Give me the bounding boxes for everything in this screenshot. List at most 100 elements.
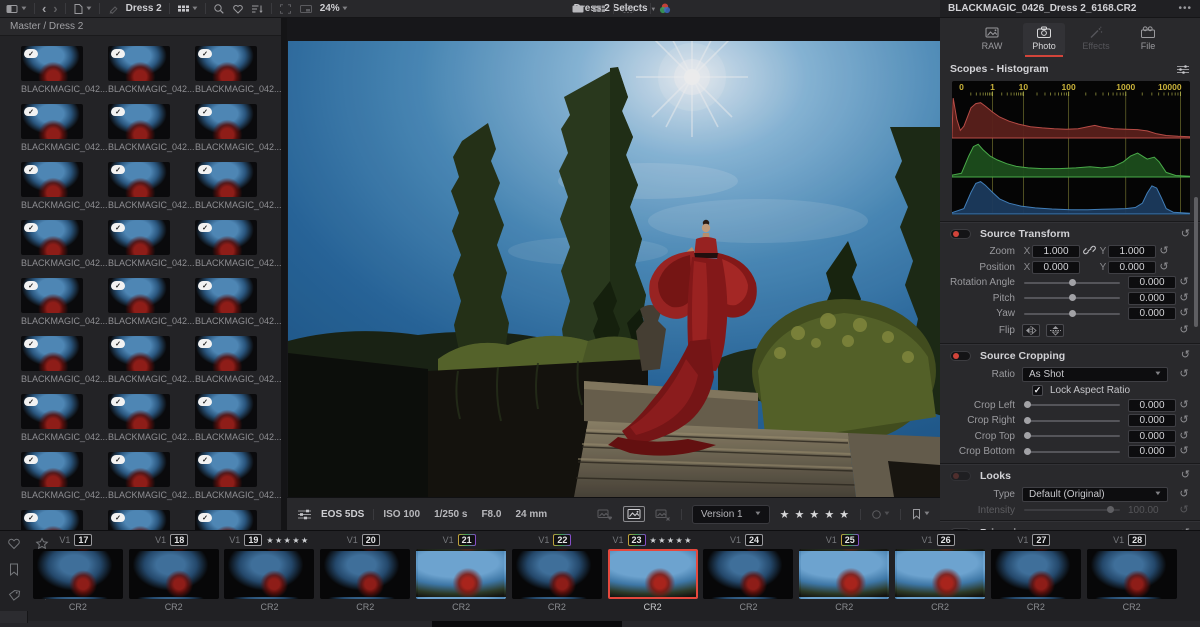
- reset-icon[interactable]: ↺: [1176, 368, 1192, 380]
- media-thumbnail-item[interactable]: ✓ BLACKMAGIC_042...: [21, 394, 108, 442]
- media-thumbnail[interactable]: ✓: [195, 452, 257, 487]
- media-thumbnail-item[interactable]: ✓ BLACKMAGIC_042...: [195, 510, 275, 530]
- media-thumbnail[interactable]: ✓: [195, 46, 257, 81]
- link-icon[interactable]: [1080, 244, 1098, 259]
- grid-view-button[interactable]: ▼: [177, 3, 199, 14]
- media-thumbnail[interactable]: ✓: [195, 336, 257, 371]
- flip-vertical-button[interactable]: [1046, 324, 1064, 337]
- show-image-button[interactable]: [622, 506, 645, 522]
- search-button[interactable]: [213, 3, 225, 15]
- filmstrip-scrollbar[interactable]: [0, 621, 1200, 627]
- pitch-slider[interactable]: [1024, 294, 1120, 302]
- media-thumbnail-item[interactable]: ✓ BLACKMAGIC_042...: [108, 510, 188, 530]
- color-label-dropdown[interactable]: ▼: [871, 509, 891, 520]
- tag-icon[interactable]: [8, 589, 21, 602]
- media-thumbnail-item[interactable]: ✓ BLACKMAGIC_042...: [195, 46, 281, 94]
- filmstrip-thumbnail[interactable]: [129, 549, 219, 599]
- media-thumbnail-item[interactable]: ✓ BLACKMAGIC_042...: [108, 278, 195, 326]
- media-thumbnail[interactable]: ✓: [108, 104, 170, 139]
- scope-settings-button[interactable]: [1176, 64, 1190, 75]
- reset-icon[interactable]: ↺: [1176, 430, 1192, 442]
- filmstrip-cell[interactable]: V1 18 CR2: [126, 533, 222, 612]
- filmstrip-thumbnail[interactable]: [895, 549, 985, 599]
- filmstrip-thumbnail[interactable]: [991, 549, 1081, 599]
- filmstrip-thumbnail[interactable]: [1087, 549, 1177, 599]
- filmstrip-thumbnail[interactable]: [607, 549, 698, 599]
- lock-aspect-checkbox[interactable]: ✓: [1032, 384, 1043, 396]
- reset-icon[interactable]: ↺: [1176, 488, 1192, 500]
- single-view-button[interactable]: [571, 3, 585, 15]
- media-thumbnail-item[interactable]: ✓ BLACKMAGIC_042...: [21, 162, 108, 210]
- reset-icon[interactable]: ↺: [1176, 277, 1192, 288]
- zoom-level-dropdown[interactable]: 24% ▼: [320, 3, 349, 14]
- sort-button[interactable]: [251, 3, 264, 15]
- reset-icon[interactable]: ↺: [1176, 504, 1192, 516]
- tab-file[interactable]: File: [1127, 23, 1169, 55]
- breadcrumb[interactable]: Master / Dress 2: [0, 18, 281, 36]
- yaw-slider[interactable]: [1024, 309, 1120, 317]
- media-thumbnail[interactable]: ✓: [21, 452, 83, 487]
- crop-bottom-field[interactable]: 0.000: [1128, 445, 1176, 459]
- media-thumbnail-item[interactable]: ✓ BLACKMAGIC_042...: [195, 278, 281, 326]
- tab-raw[interactable]: RAW: [971, 23, 1013, 55]
- media-thumbnail-item[interactable]: ✓ BLACKMAGIC_042...: [21, 452, 108, 500]
- back-button[interactable]: ‹: [42, 2, 46, 15]
- position-x-field[interactable]: 0.000: [1032, 260, 1080, 274]
- zoom-y-field[interactable]: 1.000: [1108, 245, 1156, 259]
- intensity-slider[interactable]: [1024, 506, 1120, 514]
- filmstrip-cell[interactable]: V1 21 CR2: [413, 533, 509, 612]
- crop-left-slider[interactable]: [1024, 401, 1120, 409]
- media-thumbnail[interactable]: ✓: [195, 278, 257, 313]
- media-thumbnail[interactable]: ✓: [108, 162, 170, 197]
- media-thumbnail-item[interactable]: ✓ BLACKMAGIC_042...: [21, 278, 108, 326]
- inspector-scrollbar[interactable]: [1194, 197, 1198, 327]
- filmstrip-cell[interactable]: V1 23 ★★★★★ CR2: [605, 533, 701, 612]
- media-thumbnail[interactable]: ✓: [108, 452, 170, 487]
- media-thumbnail[interactable]: ✓: [108, 510, 170, 530]
- rotation-slider[interactable]: [1024, 278, 1120, 286]
- crop-top-field[interactable]: 0.000: [1128, 429, 1176, 443]
- ratio-dropdown[interactable]: As Shot ▼: [1022, 366, 1168, 382]
- media-thumbnail-item[interactable]: ✓ BLACKMAGIC_042...: [108, 162, 195, 210]
- look-type-dropdown[interactable]: Default (Original) ▼: [1022, 486, 1168, 502]
- media-thumbnail[interactable]: ✓: [108, 394, 170, 429]
- crop-right-field[interactable]: 0.000: [1128, 414, 1176, 428]
- filmstrip-cell[interactable]: V1 20 CR2: [317, 533, 413, 612]
- filmstrip-cell[interactable]: V1 26 CR2: [892, 533, 988, 612]
- looks-toggle[interactable]: [950, 470, 971, 481]
- media-thumbnail[interactable]: ✓: [21, 46, 83, 81]
- filmstrip-thumbnail[interactable]: [224, 549, 314, 599]
- pitch-field[interactable]: 0.000: [1128, 291, 1176, 305]
- media-thumbnail-item[interactable]: ✓ BLACKMAGIC_042...: [108, 46, 195, 94]
- media-thumbnail[interactable]: ✓: [195, 104, 257, 139]
- media-thumbnail-item[interactable]: ✓ BLACKMAGIC_042...: [21, 220, 108, 268]
- filmstrip-cell[interactable]: V1 24 CR2: [701, 533, 797, 612]
- forward-button[interactable]: ›: [53, 2, 57, 15]
- reset-icon[interactable]: ↺: [1156, 246, 1172, 257]
- reset-icon[interactable]: ↺: [1176, 415, 1192, 426]
- media-thumbnail-item[interactable]: ✓ BLACKMAGIC_042...: [195, 162, 281, 210]
- media-thumbnail-item[interactable]: ✓ BLACKMAGIC_042...: [195, 220, 281, 268]
- media-thumbnail-item[interactable]: ✓ BLACKMAGIC_042...: [21, 510, 101, 530]
- new-bin-button[interactable]: ▼: [73, 3, 93, 15]
- media-thumbnail-item[interactable]: ✓ BLACKMAGIC_042...: [21, 46, 108, 94]
- filmstrip-thumbnail[interactable]: [512, 549, 602, 599]
- media-thumbnail[interactable]: ✓: [108, 46, 170, 81]
- zoom-x-field[interactable]: 1.000: [1032, 245, 1080, 259]
- media-thumbnail[interactable]: ✓: [21, 162, 83, 197]
- position-y-field[interactable]: 0.000: [1108, 260, 1156, 274]
- panel-toggle-button[interactable]: ▼: [6, 3, 28, 15]
- media-thumbnail[interactable]: ✓: [108, 278, 170, 313]
- reset-icon[interactable]: ↺: [1176, 292, 1192, 304]
- media-thumbnail-item[interactable]: ✓ BLACKMAGIC_042...: [108, 394, 195, 442]
- media-thumbnail[interactable]: ✓: [108, 220, 170, 255]
- media-thumbnail[interactable]: ✓: [21, 394, 83, 429]
- filmstrip-cell[interactable]: V1 17 CR2: [30, 533, 126, 612]
- flag-image-button[interactable]: [597, 508, 613, 521]
- tab-photo[interactable]: Photo: [1023, 23, 1065, 57]
- reset-icon[interactable]: ↺: [1176, 325, 1192, 336]
- multi-view-button[interactable]: [592, 3, 606, 15]
- filmstrip-cell[interactable]: V1 25 CR2: [796, 533, 892, 612]
- reset-icon[interactable]: ↺: [1176, 399, 1192, 411]
- version-dropdown[interactable]: Version 1 ▼: [691, 504, 770, 524]
